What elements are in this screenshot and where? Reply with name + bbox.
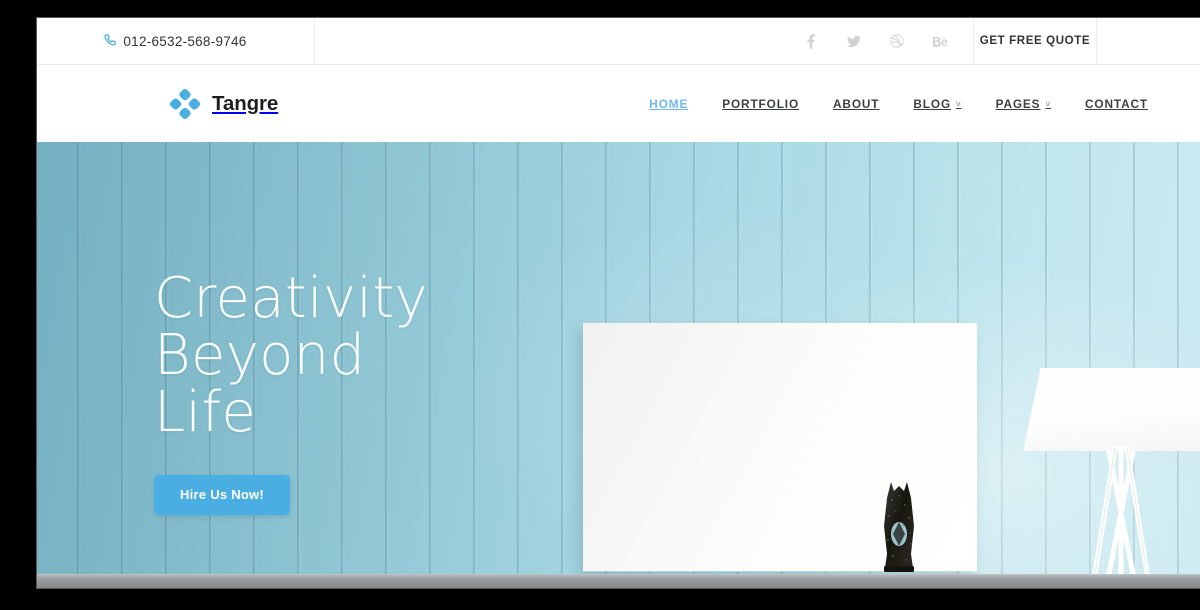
nav-item-portfolio[interactable]: PORTFOLIO (705, 97, 816, 111)
nav-label: PORTFOLIO (722, 96, 800, 111)
hero-title-line: Creativity (154, 266, 428, 331)
twitter-icon[interactable] (847, 32, 861, 50)
phone-contact[interactable]: 012-6532-568-9746 (37, 18, 315, 64)
nav-label: ABOUT (833, 96, 880, 111)
phone-icon (104, 34, 116, 48)
brand-name: Tangre (212, 91, 279, 115)
nav-label: CONTACT (1085, 96, 1148, 111)
chevron-down-icon: ˅ (1045, 99, 1051, 109)
nav-item-blog[interactable]: BLOG ˅ (896, 97, 978, 111)
social-links (804, 18, 973, 64)
behance-icon[interactable] (933, 32, 947, 50)
white-tripod-lamp (1023, 368, 1200, 588)
gray-floor-strip (37, 574, 1200, 588)
dark-stone-sculpture (875, 478, 923, 574)
get-free-quote-label: GET FREE QUOTE (979, 35, 1091, 47)
lamp-shade (1023, 368, 1200, 451)
main-header: Tangre HOME PORTFOLIO ABOUT BLOG ˅ PAGES… (37, 65, 1200, 142)
browser-viewport: 012-6532-568-9746 GET FREE QUOTE Tangre … (37, 18, 1200, 588)
nav-item-contact[interactable]: CONTACT (1068, 97, 1165, 111)
hero-title-line: Life (154, 380, 257, 445)
primary-navigation: HOME PORTFOLIO ABOUT BLOG ˅ PAGES ˅ CONT… (632, 97, 1165, 111)
hero-title-line: Beyond (154, 323, 366, 388)
dribbble-icon[interactable] (890, 32, 904, 50)
nav-item-pages[interactable]: PAGES ˅ (979, 97, 1068, 111)
hero-content: Creativity Beyond Life Hire Us Now! (154, 270, 428, 515)
hire-us-now-button[interactable]: Hire Us Now! (154, 475, 291, 515)
nav-item-home[interactable]: HOME (632, 97, 705, 111)
nav-label: PAGES (995, 96, 1041, 111)
top-utility-bar: 012-6532-568-9746 GET FREE QUOTE (37, 18, 1200, 65)
chevron-down-icon: ˅ (956, 99, 962, 109)
lamp-tripod-legs (1090, 446, 1152, 588)
nav-label: HOME (649, 96, 689, 111)
nav-label: BLOG (913, 96, 952, 111)
clover-logo-icon (169, 88, 201, 119)
hero-title: Creativity Beyond Life (154, 270, 428, 441)
hero-banner: Creativity Beyond Life Hire Us Now! (37, 142, 1200, 588)
get-free-quote-button[interactable]: GET FREE QUOTE (973, 18, 1097, 64)
nav-item-about[interactable]: ABOUT (816, 97, 896, 111)
phone-number: 012-6532-568-9746 (123, 33, 247, 49)
brand-logo[interactable]: Tangre (169, 88, 279, 119)
topbar-tail (1097, 18, 1200, 64)
facebook-icon[interactable] (804, 32, 818, 50)
